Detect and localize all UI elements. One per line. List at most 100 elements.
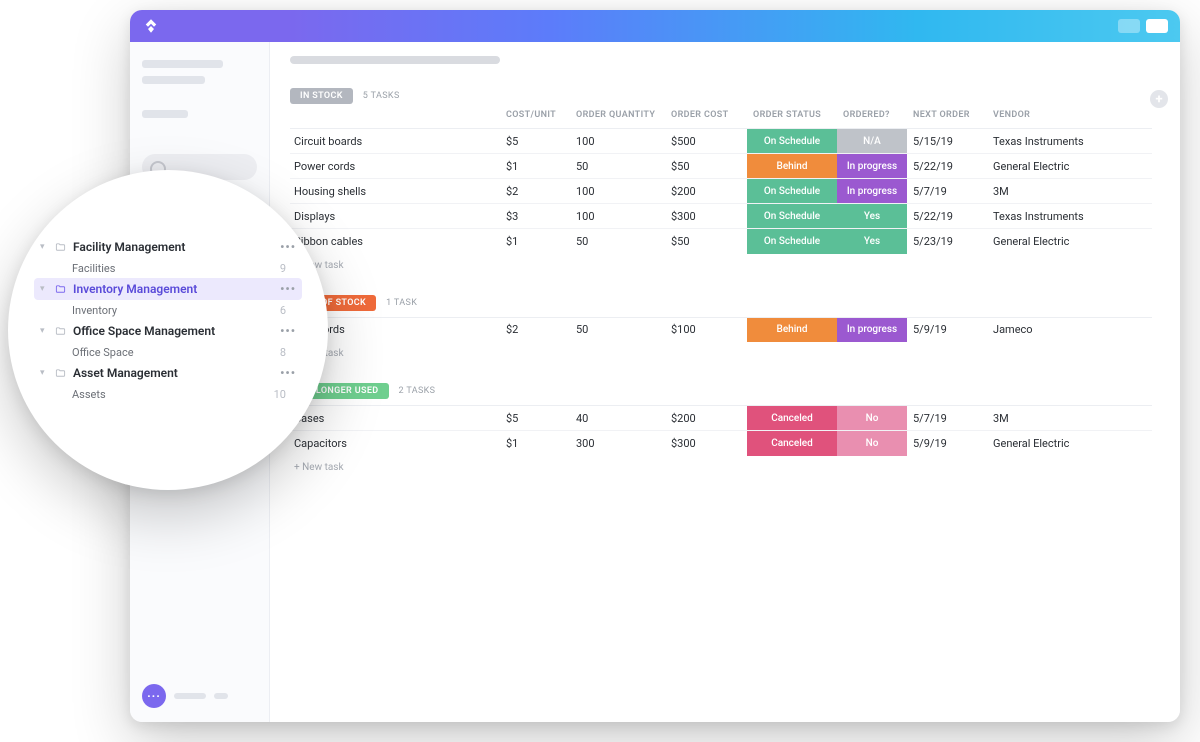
new-task-button[interactable]: + New task: [290, 342, 1152, 361]
sidebar-folder[interactable]: ▾ Facility Management •••: [34, 236, 302, 258]
ordered[interactable]: N/A: [837, 129, 907, 154]
order-status[interactable]: On Schedule: [747, 179, 837, 204]
order-status[interactable]: On Schedule: [747, 229, 837, 254]
ordered[interactable]: In progress: [837, 317, 907, 342]
order-status-pill[interactable]: Behind: [747, 154, 837, 178]
col-name[interactable]: [290, 110, 500, 129]
col-order_status[interactable]: ORDER STATUS: [747, 110, 837, 129]
ordered-pill[interactable]: No: [837, 406, 907, 430]
ordered-pill[interactable]: No: [837, 431, 907, 456]
app-logo-icon: [142, 17, 160, 35]
col-vendor[interactable]: VENDOR: [987, 110, 1152, 129]
more-icon[interactable]: •••: [280, 366, 296, 380]
ordered[interactable]: No: [837, 406, 907, 431]
caret-icon[interactable]: ▾: [40, 284, 48, 294]
group-header[interactable]: IN STOCK5 TASKS: [290, 84, 1152, 110]
topbar-action[interactable]: [1146, 19, 1168, 33]
sidebar-list-item[interactable]: Office Space8: [34, 342, 302, 362]
main-content: + IN STOCK5 TASKSCOST/UNITORDER QUANTITY…: [270, 42, 1180, 722]
sidebar-list-item[interactable]: Facilities9: [34, 258, 302, 278]
col-next_order[interactable]: NEXT ORDER: [907, 110, 987, 129]
ordered-pill[interactable]: Yes: [837, 229, 907, 254]
order-qty: 50: [570, 229, 665, 254]
caret-icon[interactable]: ▾: [40, 326, 48, 336]
table-row[interactable]: Housing shells$2100$200On ScheduleIn pro…: [290, 179, 1152, 204]
cost-unit: $5: [500, 129, 570, 154]
folder-label: Asset Management: [73, 366, 274, 380]
col-ordered[interactable]: ORDERED?: [837, 110, 907, 129]
table-row[interactable]: Capacitors$1300$300CanceledNo5/9/19Gener…: [290, 431, 1152, 456]
sidebar-folder[interactable]: ▾Inventory Management•••: [34, 278, 302, 300]
folder-label: Facility Management: [73, 240, 274, 254]
task-name: Housing shells: [290, 179, 500, 204]
order-status-pill[interactable]: Behind: [747, 318, 837, 343]
new-task-button[interactable]: + New task: [290, 456, 1152, 475]
next-order: 5/7/19: [907, 179, 987, 204]
caret-icon[interactable]: ▾: [40, 242, 48, 252]
order-status[interactable]: Canceled: [747, 431, 837, 456]
order-status[interactable]: On Schedule: [747, 129, 837, 154]
group-header[interactable]: OUT OF STOCK1 TASK: [290, 291, 1152, 317]
ordered[interactable]: In progress: [837, 154, 907, 179]
table-row[interactable]: Cases$540$200CanceledNo5/7/193M: [290, 406, 1152, 431]
table-row[interactable]: Displays$3100$300On ScheduleYes5/22/19Te…: [290, 204, 1152, 229]
chat-icon[interactable]: ···: [142, 684, 166, 708]
order-status-pill[interactable]: On Schedule: [747, 179, 837, 203]
sidebar-list-item[interactable]: Inventory6: [34, 300, 302, 320]
topbar: [130, 10, 1180, 42]
ordered[interactable]: No: [837, 431, 907, 456]
ordered-pill[interactable]: N/A: [837, 129, 907, 153]
list-count: 8: [280, 346, 296, 359]
group-status-chip[interactable]: IN STOCK: [290, 88, 353, 104]
order-status-pill[interactable]: Canceled: [747, 431, 837, 456]
ordered[interactable]: In progress: [837, 179, 907, 204]
order-status-pill[interactable]: On Schedule: [747, 129, 837, 153]
order-qty: 300: [570, 431, 665, 456]
order-cost: $300: [665, 431, 747, 456]
group-task-count: 1 TASK: [386, 298, 417, 308]
order-qty: 50: [570, 317, 665, 342]
ordered[interactable]: Yes: [837, 204, 907, 229]
order-status-pill[interactable]: On Schedule: [747, 204, 837, 228]
ordered-pill[interactable]: In progress: [837, 318, 907, 343]
sidebar-list-item[interactable]: Assets10: [34, 384, 302, 404]
ordered-pill[interactable]: Yes: [837, 204, 907, 228]
table-row[interactable]: Ribbon cables$150$50On ScheduleYes5/23/1…: [290, 229, 1152, 254]
table-row[interactable]: Power cords$150$50BehindIn progress5/22/…: [290, 154, 1152, 179]
caret-icon[interactable]: ▾: [40, 368, 48, 378]
add-column-button[interactable]: +: [1150, 90, 1168, 108]
more-icon[interactable]: •••: [280, 324, 296, 338]
order-cost: $100: [665, 317, 747, 342]
task-group: NO LONGER USED2 TASKSCases$540$200Cancel…: [290, 379, 1152, 475]
group-header[interactable]: NO LONGER USED2 TASKS: [290, 379, 1152, 405]
vendor: Texas Instruments: [987, 204, 1152, 229]
col-order_cost[interactable]: ORDER COST: [665, 110, 747, 129]
table-row[interactable]: USB cords$250$100BehindIn progress5/9/19…: [290, 317, 1152, 342]
more-icon[interactable]: •••: [280, 282, 296, 296]
ordered-pill[interactable]: In progress: [837, 154, 907, 178]
list-count: 6: [280, 304, 296, 317]
cost-unit: $2: [500, 317, 570, 342]
order-status[interactable]: Behind: [747, 154, 837, 179]
topbar-action[interactable]: [1118, 19, 1140, 33]
vendor: General Electric: [987, 154, 1152, 179]
more-icon[interactable]: •••: [280, 240, 296, 254]
cost-unit: $1: [500, 229, 570, 254]
new-task-button[interactable]: + New task: [290, 254, 1152, 273]
sidebar-folder[interactable]: ▾Office Space Management•••: [34, 320, 302, 342]
order-status[interactable]: Behind: [747, 317, 837, 342]
order-status[interactable]: On Schedule: [747, 204, 837, 229]
next-order: 5/23/19: [907, 229, 987, 254]
ordered[interactable]: Yes: [837, 229, 907, 254]
col-order_qty[interactable]: ORDER QUANTITY: [570, 110, 665, 129]
table-row[interactable]: Circuit boards$5100$500On ScheduleN/A5/1…: [290, 129, 1152, 154]
order-status-pill[interactable]: On Schedule: [747, 229, 837, 254]
sidebar-footer: ···: [142, 684, 228, 708]
sidebar-folder[interactable]: ▾ Asset Management •••: [34, 362, 302, 384]
col-cost_unit[interactable]: COST/UNIT: [500, 110, 570, 129]
ordered-pill[interactable]: In progress: [837, 179, 907, 203]
order-status-pill[interactable]: Canceled: [747, 406, 837, 430]
order-status[interactable]: Canceled: [747, 406, 837, 431]
horizontal-scrollbar[interactable]: [290, 56, 500, 64]
order-qty: 40: [570, 406, 665, 431]
